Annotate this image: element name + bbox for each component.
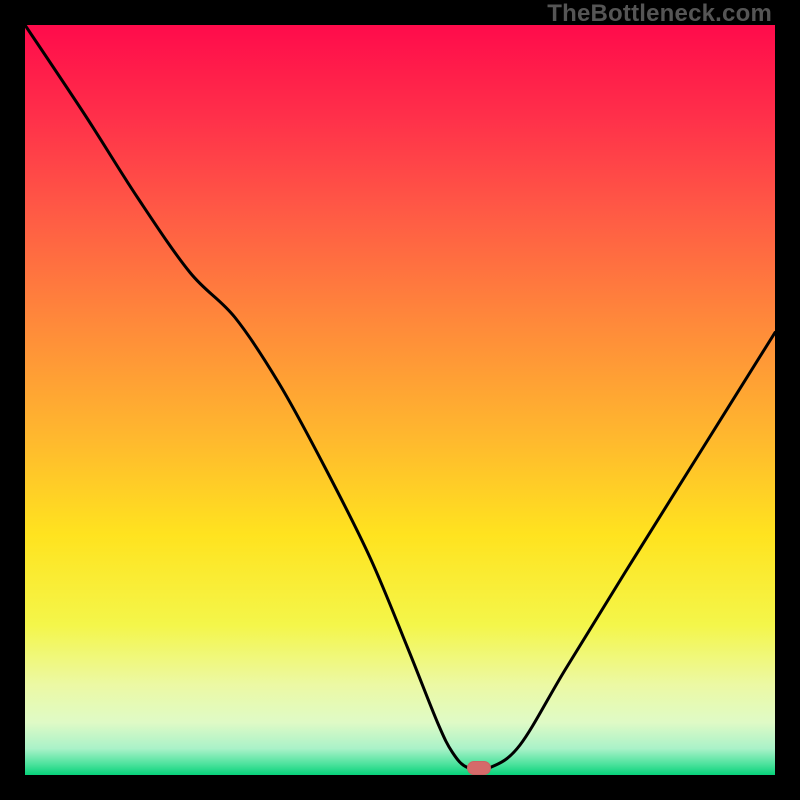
watermark-text: TheBottleneck.com: [547, 0, 772, 28]
plot-area: [25, 25, 775, 775]
chart-frame: TheBottleneck.com: [0, 0, 800, 800]
optimum-marker: [467, 761, 491, 775]
bottleneck-curve: [25, 25, 775, 775]
